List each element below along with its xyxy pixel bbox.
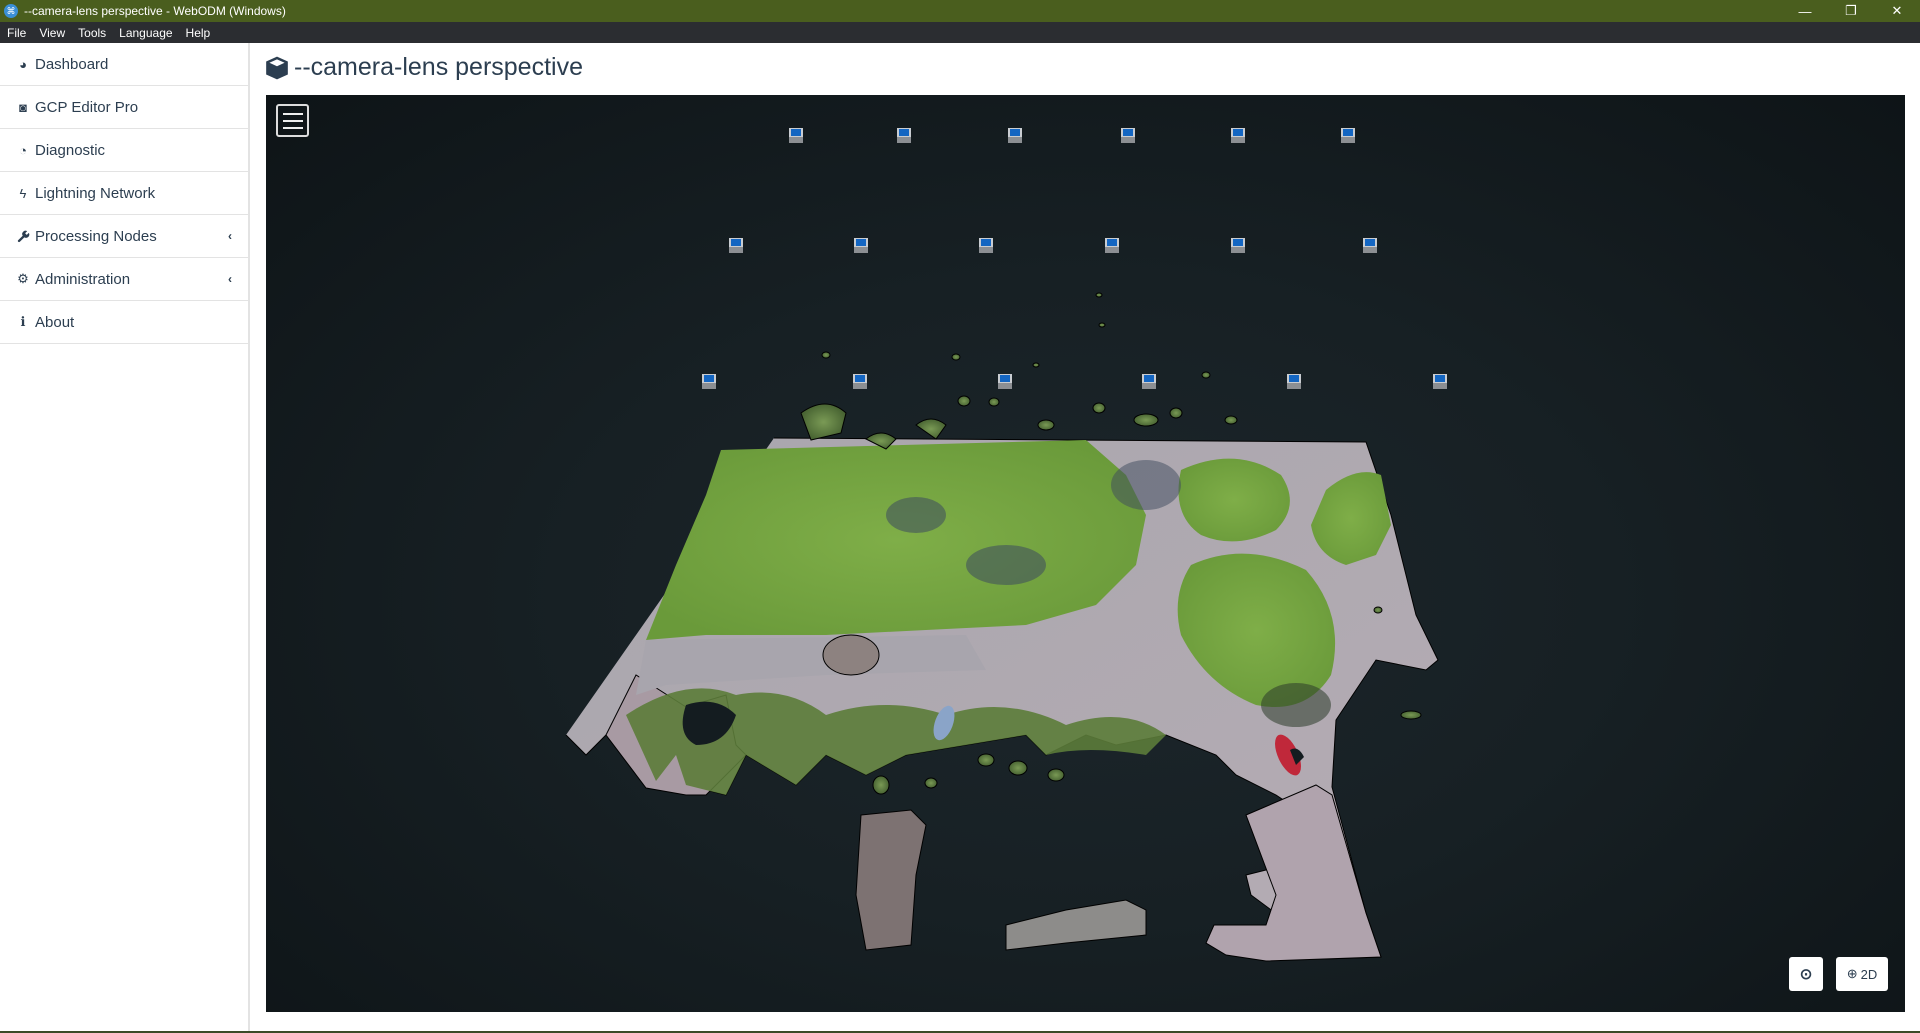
- window-title: --camera-lens perspective - WebODM (Wind…: [24, 4, 286, 18]
- camera-icon[interactable]: [1231, 238, 1245, 253]
- info-icon: ℹ: [20, 314, 26, 329]
- 3d-viewer[interactable]: ⊙ ⊕ 2D: [266, 95, 1905, 1012]
- model-gazebo: [822, 634, 880, 676]
- camera-icon[interactable]: [1287, 374, 1301, 389]
- tree-shadow: [1261, 683, 1331, 727]
- sidebar-item-label: Administration: [35, 270, 131, 288]
- sidebar-item-gcp-editor-pro[interactable]: ◙ GCP Editor Pro: [0, 86, 248, 129]
- sidebar-item-label: Diagnostic: [35, 141, 106, 159]
- sidebar-item-label: Lightning Network: [35, 184, 156, 202]
- close-button[interactable]: ✕: [1874, 0, 1920, 22]
- app-icon: ⌘: [4, 4, 18, 18]
- sidebar-item-about[interactable]: ℹ About: [0, 301, 248, 344]
- camera-icon[interactable]: [979, 238, 993, 253]
- gcp-editor-icon: ◙: [19, 99, 27, 115]
- camera-icon[interactable]: [1105, 238, 1119, 253]
- camera-markers: [702, 128, 1447, 389]
- camera-icon[interactable]: [1142, 374, 1156, 389]
- camera-icon[interactable]: [854, 238, 868, 253]
- hamburger-line: [282, 119, 303, 122]
- globe-icon: ⊕: [1846, 966, 1858, 981]
- menu-language[interactable]: Language: [112, 26, 178, 40]
- menu-help[interactable]: Help: [179, 26, 217, 40]
- menu-view[interactable]: View: [32, 26, 71, 40]
- sidebar-item-label: Dashboard: [35, 55, 109, 73]
- camera-icon[interactable]: [789, 128, 803, 143]
- wrench-icon: [16, 230, 30, 243]
- page-title-text: --camera-lens perspective: [294, 53, 583, 81]
- chevron-left-icon[interactable]: ‹: [228, 229, 232, 243]
- title-bar: ⌘ --camera-lens perspective - WebODM (Wi…: [0, 0, 1920, 22]
- camera-icon[interactable]: [729, 238, 743, 253]
- tree-shadow: [886, 497, 946, 533]
- model-paved-lower-right: [1205, 784, 1382, 962]
- minimize-button[interactable]: —: [1782, 0, 1828, 22]
- dashboard-icon: ◕: [19, 56, 27, 72]
- sidebar-item-diagnostic[interactable]: ◔ Diagnostic: [0, 129, 248, 172]
- sidebar-item-label: Processing Nodes: [35, 227, 157, 245]
- tree-shadow: [966, 545, 1046, 585]
- tree-shadow: [1111, 460, 1181, 510]
- hamburger-line: [282, 126, 303, 129]
- menu-file[interactable]: File: [0, 26, 32, 40]
- camera-icon[interactable]: [702, 374, 716, 389]
- camera-icon[interactable]: [853, 374, 867, 389]
- camera-icon[interactable]: [1433, 374, 1447, 389]
- sidebar: ◕ Dashboard ◙ GCP Editor Pro ◔ Diagnosti…: [0, 43, 250, 1033]
- camera-icon[interactable]: [1121, 128, 1135, 143]
- cube-icon: [266, 56, 288, 79]
- menu-bar: File View Tools Language Help: [0, 22, 1920, 43]
- view-2d-label: 2D: [1860, 966, 1878, 982]
- camera-icon[interactable]: [1341, 128, 1355, 143]
- sidebar-item-label: GCP Editor Pro: [35, 98, 139, 116]
- hamburger-line: [282, 112, 303, 115]
- pie-chart-icon: ◔: [19, 142, 27, 158]
- camera-icon[interactable]: [897, 128, 911, 143]
- camera-icon[interactable]: [1363, 238, 1377, 253]
- menu-tools[interactable]: Tools: [71, 26, 112, 40]
- model-rock-strip: [855, 809, 927, 951]
- sidebar-item-processing-nodes[interactable]: Processing Nodes ‹: [0, 215, 248, 258]
- viewer-menu-button[interactable]: [276, 104, 309, 137]
- chevron-left-icon[interactable]: ‹: [228, 272, 232, 286]
- model-lawn-large: [646, 440, 1146, 640]
- download-icon: ⊙: [1799, 966, 1813, 983]
- camera-icon[interactable]: [998, 374, 1012, 389]
- model-lawn-upper-right: [1178, 458, 1290, 542]
- sidebar-item-administration[interactable]: ⚙ Administration ‹: [0, 258, 248, 301]
- model-shore-strip: [1005, 899, 1147, 951]
- sidebar-item-dashboard[interactable]: ◕ Dashboard: [0, 43, 248, 86]
- main-content: --camera-lens perspective ⊙ ⊕ 2D: [252, 43, 1920, 1033]
- gears-icon: ⚙: [17, 271, 29, 286]
- page-title: --camera-lens perspective: [264, 53, 583, 82]
- download-button[interactable]: ⊙: [1789, 957, 1823, 991]
- restore-button[interactable]: ❐: [1828, 0, 1874, 22]
- sidebar-item-label: About: [35, 313, 75, 331]
- view-2d-button[interactable]: ⊕ 2D: [1836, 957, 1888, 991]
- lightning-icon: ϟ: [19, 185, 27, 201]
- point-cloud-scene[interactable]: [266, 95, 1905, 1012]
- sidebar-item-lightning-network[interactable]: ϟ Lightning Network: [0, 172, 248, 215]
- camera-icon[interactable]: [1008, 128, 1022, 143]
- camera-icon[interactable]: [1231, 128, 1245, 143]
